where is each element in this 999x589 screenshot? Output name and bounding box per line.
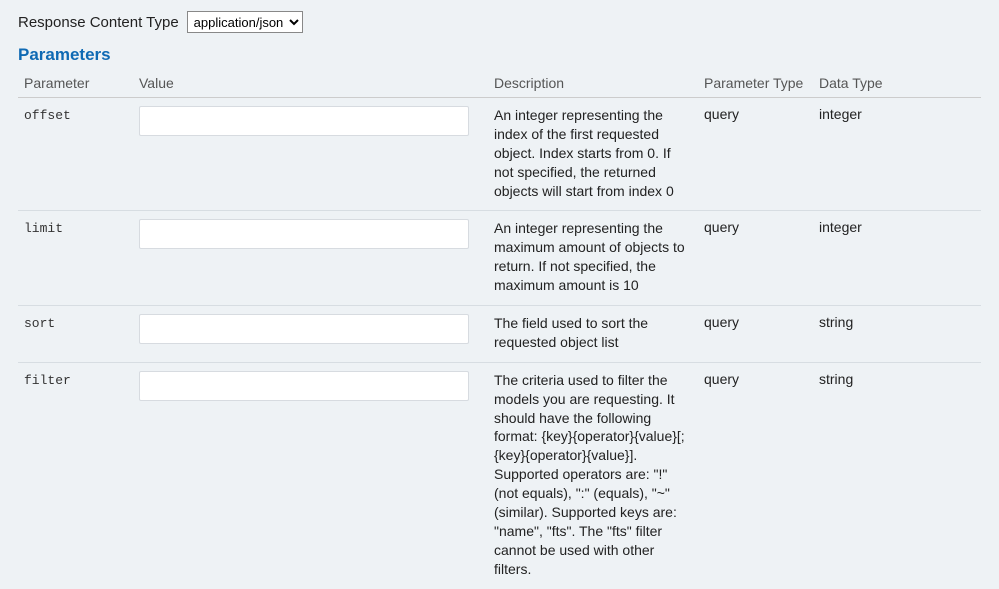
- param-description: An integer representing the maximum amou…: [494, 219, 692, 295]
- table-header-row: Parameter Value Description Parameter Ty…: [18, 71, 981, 98]
- param-type: query: [698, 362, 813, 588]
- response-content-type-select[interactable]: application/json: [187, 11, 303, 33]
- param-data-type: integer: [813, 98, 981, 211]
- param-data-type: string: [813, 306, 981, 363]
- response-content-type-row: Response Content Type application/json: [18, 11, 981, 33]
- param-description: The field used to sort the requested obj…: [494, 314, 692, 352]
- response-content-type-label: Response Content Type: [18, 14, 179, 31]
- header-description: Description: [488, 71, 698, 98]
- param-value-input-filter[interactable]: [139, 371, 469, 401]
- table-row: sort The field used to sort the requeste…: [18, 306, 981, 363]
- param-type: query: [698, 306, 813, 363]
- header-parameter-type: Parameter Type: [698, 71, 813, 98]
- param-value-input-limit[interactable]: [139, 219, 469, 249]
- param-value-input-offset[interactable]: [139, 106, 469, 136]
- param-name: filter: [24, 373, 71, 388]
- param-name: limit: [24, 221, 63, 236]
- header-data-type: Data Type: [813, 71, 981, 98]
- param-data-type: integer: [813, 211, 981, 306]
- table-row: limit An integer representing the maximu…: [18, 211, 981, 306]
- param-description: An integer representing the index of the…: [494, 106, 692, 200]
- table-row: offset An integer representing the index…: [18, 98, 981, 211]
- param-description: The criteria used to filter the models y…: [494, 371, 692, 579]
- param-type: query: [698, 98, 813, 211]
- table-row: filter The criteria used to filter the m…: [18, 362, 981, 588]
- param-name: offset: [24, 108, 71, 123]
- header-value: Value: [133, 71, 488, 98]
- parameters-table: Parameter Value Description Parameter Ty…: [18, 71, 981, 589]
- param-value-input-sort[interactable]: [139, 314, 469, 344]
- param-name: sort: [24, 316, 55, 331]
- parameters-heading: Parameters: [18, 45, 981, 65]
- param-data-type: string: [813, 362, 981, 588]
- param-type: query: [698, 211, 813, 306]
- header-parameter: Parameter: [18, 71, 133, 98]
